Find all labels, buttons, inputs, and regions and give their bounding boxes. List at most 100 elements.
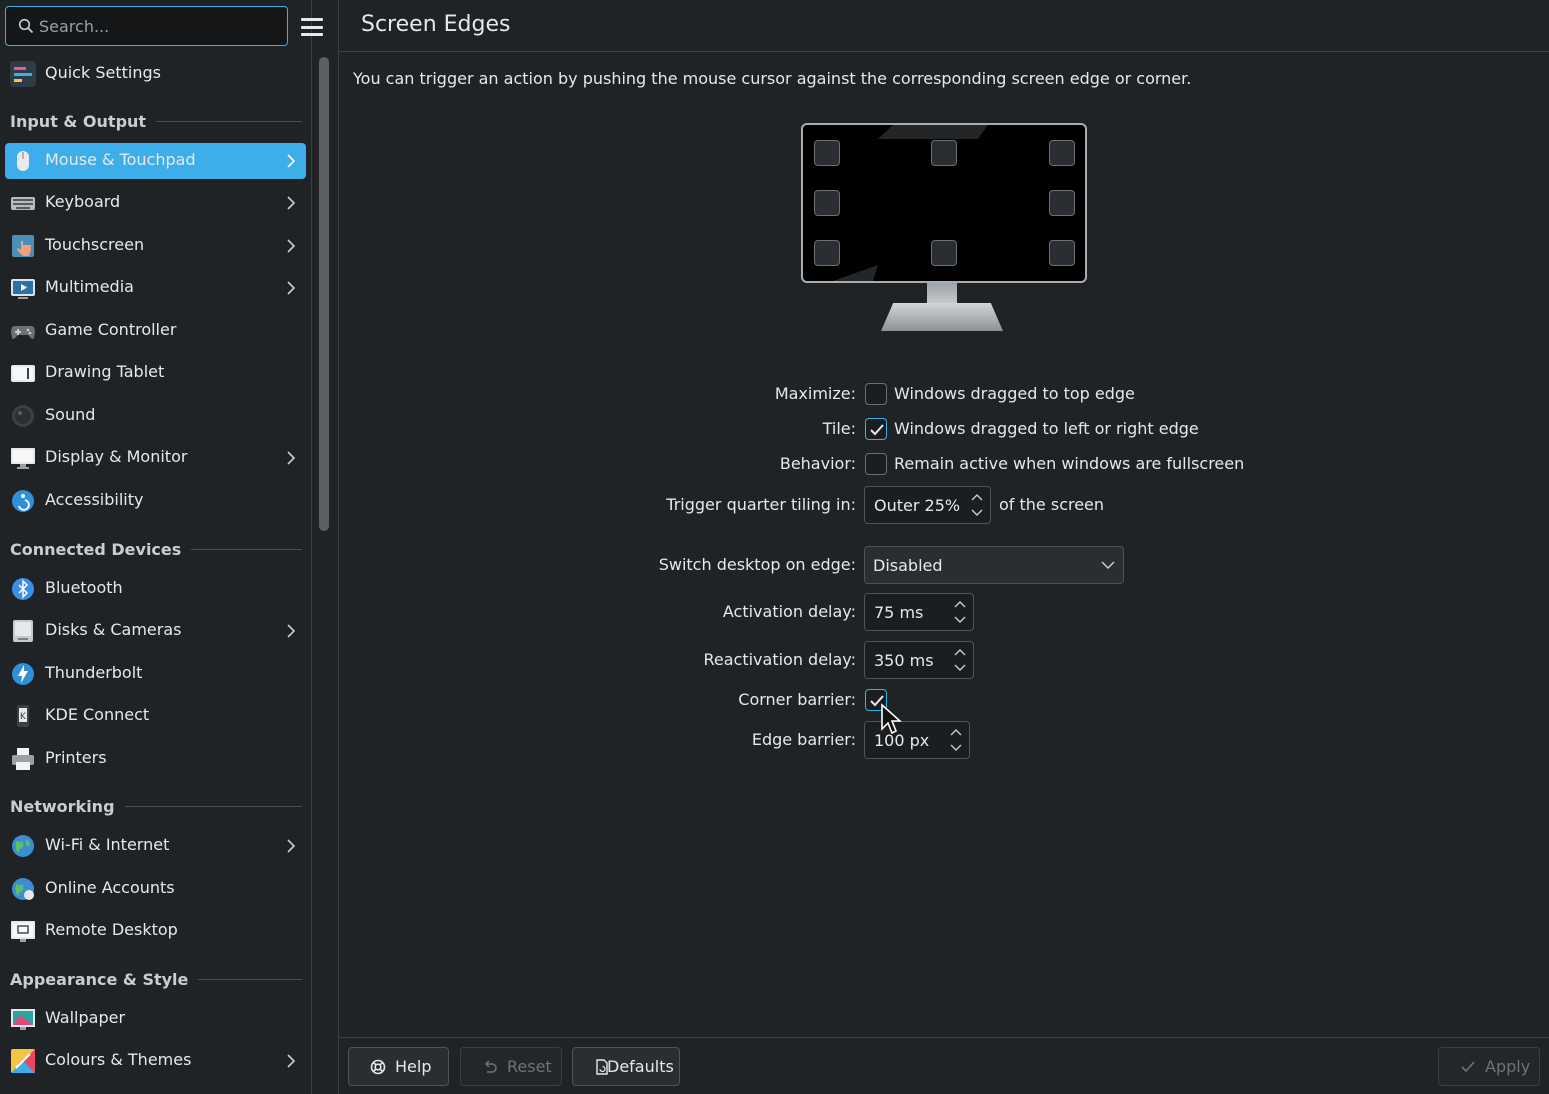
- activation-delay-label: Activation delay:: [722, 602, 856, 621]
- sidebar-item-label: Quick Settings: [45, 63, 161, 82]
- sidebar-item-mouse-touchpad[interactable]: Mouse & Touchpad: [5, 143, 306, 179]
- switch-desktop-row: Switch desktop on edge: Disabled: [339, 546, 1549, 584]
- reset-button[interactable]: Reset: [460, 1047, 562, 1086]
- tile-checkbox[interactable]: [865, 418, 887, 440]
- quarter-tiling-label: Trigger quarter tiling in:: [666, 495, 856, 514]
- online-accounts-icon: [12, 878, 34, 900]
- sidebar-item-disks-cameras[interactable]: Disks & Cameras: [5, 613, 306, 649]
- sidebar-item-label: Drawing Tablet: [45, 362, 165, 381]
- bluetooth-icon: [12, 578, 34, 600]
- search-input[interactable]: [39, 7, 284, 45]
- chevron-down-icon: [1101, 561, 1115, 570]
- reactivation-delay-spinbox[interactable]: 350 ms: [864, 641, 974, 679]
- defaults-button[interactable]: Defaults: [572, 1047, 680, 1086]
- multimedia-icon: [11, 279, 35, 299]
- tile-label: Tile:: [822, 419, 856, 438]
- checkmark-icon: [1461, 1061, 1475, 1073]
- quarter-tiling-suffix: of the screen: [999, 495, 1105, 514]
- hamburger-menu-button[interactable]: [298, 13, 326, 41]
- section-header-label: Input & Output: [10, 111, 147, 131]
- behavior-row: Behavior: Remain active when windows are…: [339, 445, 1549, 483]
- sidebar-item-thunderbolt[interactable]: Thunderbolt: [5, 656, 306, 692]
- spin-arrows-icon[interactable]: [952, 598, 968, 626]
- spin-arrows-icon[interactable]: [969, 491, 985, 519]
- sidebar-item-drawing-tablet[interactable]: Drawing Tablet: [5, 355, 306, 391]
- maximize-checkbox[interactable]: [865, 383, 887, 405]
- help-button-label: Help: [395, 1057, 432, 1076]
- activation-delay-row: Activation delay: 75 ms: [339, 593, 1549, 631]
- sidebar-item-printers[interactable]: Printers: [5, 741, 306, 777]
- hamburger-line: [301, 33, 323, 36]
- edge-left-button[interactable]: [814, 190, 840, 216]
- help-button[interactable]: Help: [348, 1047, 449, 1086]
- edge-top-right-button[interactable]: [1049, 140, 1075, 166]
- mouse-cursor-icon: [881, 703, 902, 735]
- checkmark-icon: [870, 424, 884, 436]
- chevron-right-icon: [287, 624, 296, 638]
- sidebar-item-wifi-internet[interactable]: Wi-Fi & Internet: [5, 828, 306, 864]
- sidebar-item-remote-desktop[interactable]: Remote Desktop: [5, 913, 306, 949]
- spin-arrows-icon[interactable]: [948, 726, 964, 754]
- sidebar-item-label: Online Accounts: [45, 878, 175, 897]
- search-box[interactable]: [5, 6, 288, 46]
- spin-arrows-icon[interactable]: [952, 646, 968, 674]
- sidebar-item-quick-settings[interactable]: Quick Settings: [5, 56, 306, 92]
- help-lifebuoy-icon: [370, 1059, 386, 1075]
- quarter-tiling-spinbox[interactable]: Outer 25%: [864, 486, 991, 524]
- sidebar-item-label: Remote Desktop: [45, 920, 178, 939]
- sidebar-item-multimedia[interactable]: Multimedia: [5, 270, 306, 306]
- sidebar-item-display-monitor[interactable]: Display & Monitor: [5, 440, 306, 476]
- switch-desktop-dropdown[interactable]: Disabled: [864, 546, 1124, 584]
- sidebar-item-sound[interactable]: Sound: [5, 398, 306, 434]
- hamburger-line: [301, 18, 323, 21]
- reactivation-delay-label: Reactivation delay:: [703, 650, 856, 669]
- colours-themes-icon: [11, 1049, 35, 1073]
- chevron-right-icon: [287, 451, 296, 465]
- keyboard-icon: [11, 197, 35, 210]
- section-header-label: Connected Devices: [10, 539, 182, 559]
- game-controller-icon: [11, 326, 35, 339]
- monitor-stand-neck: [927, 283, 957, 305]
- main-content: You can trigger an action by pushing the…: [339, 53, 1549, 1037]
- behavior-checkbox-text: Remain active when windows are fullscree…: [894, 454, 1245, 473]
- sidebar-item-label: Touchscreen: [45, 235, 145, 254]
- section-header-input-output: Input & Output: [10, 109, 302, 133]
- intro-text: You can trigger an action by pushing the…: [353, 69, 1192, 88]
- sidebar-item-label: Keyboard: [45, 192, 121, 211]
- sidebar-item-label: Printers: [45, 748, 107, 767]
- mouse-icon: [17, 151, 29, 171]
- activation-delay-spinbox[interactable]: 75 ms: [864, 593, 974, 631]
- sidebar-item-kde-connect[interactable]: K KDE Connect: [5, 698, 306, 734]
- edge-bottom-right-button[interactable]: [1049, 240, 1075, 266]
- sidebar-item-bluetooth[interactable]: Bluetooth: [5, 571, 306, 607]
- edge-right-button[interactable]: [1049, 190, 1075, 216]
- disks-icon: [13, 620, 33, 642]
- sidebar-item-game-controller[interactable]: Game Controller: [5, 313, 306, 349]
- reactivation-delay-row: Reactivation delay: 350 ms: [339, 641, 1549, 679]
- edge-barrier-label: Edge barrier:: [751, 730, 856, 749]
- sidebar-item-online-accounts[interactable]: Online Accounts: [5, 871, 306, 907]
- apply-button[interactable]: Apply: [1438, 1047, 1540, 1086]
- sidebar-item-touchscreen[interactable]: Touchscreen: [5, 228, 306, 264]
- edge-top-left-button[interactable]: [814, 140, 840, 166]
- sidebar-item-label: Accessibility: [45, 490, 144, 509]
- sidebar-item-keyboard[interactable]: Keyboard: [5, 185, 306, 221]
- behavior-checkbox[interactable]: [865, 453, 887, 475]
- touchscreen-icon: [12, 235, 34, 257]
- edge-bottom-button[interactable]: [931, 240, 957, 266]
- divider: [124, 805, 302, 807]
- switch-desktop-label: Switch desktop on edge:: [658, 555, 856, 574]
- quarter-tiling-row: Trigger quarter tiling in: Outer 25% of …: [339, 486, 1549, 524]
- sidebar-scrollbar[interactable]: [319, 57, 329, 531]
- sidebar-item-label: Multimedia: [45, 277, 134, 296]
- kde-connect-icon: K: [17, 705, 29, 727]
- edge-bottom-left-button[interactable]: [814, 240, 840, 266]
- chevron-right-icon: [287, 839, 296, 853]
- display-icon: [11, 448, 35, 469]
- printer-icon: [12, 748, 34, 770]
- corner-barrier-label: Corner barrier:: [738, 690, 856, 709]
- sidebar-item-colours-themes[interactable]: Colours & Themes: [5, 1043, 306, 1079]
- sidebar-item-accessibility[interactable]: Accessibility: [5, 483, 306, 519]
- sidebar-item-wallpaper[interactable]: Wallpaper: [5, 1001, 306, 1037]
- edge-top-button[interactable]: [931, 140, 957, 166]
